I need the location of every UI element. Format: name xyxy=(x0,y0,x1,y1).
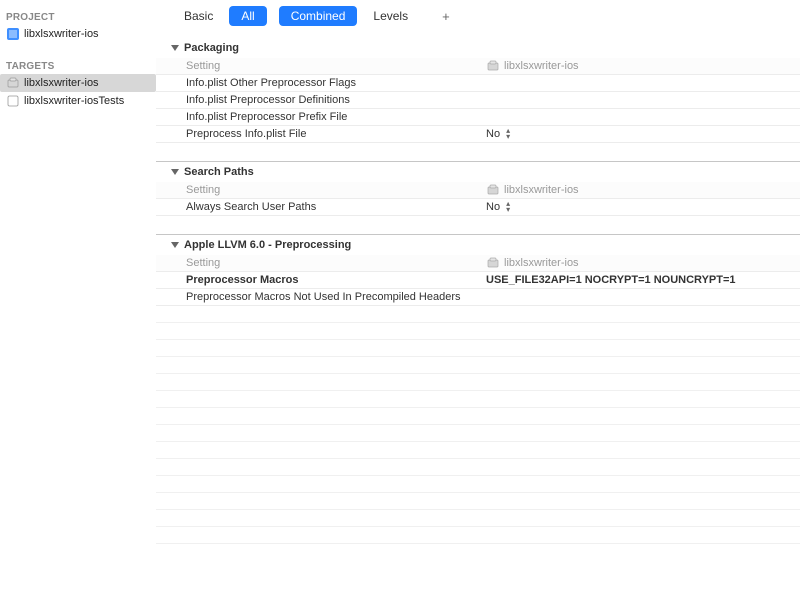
project-item-label: libxlsxwriter-ios xyxy=(24,28,99,40)
add-build-setting-button[interactable]: + xyxy=(436,9,456,24)
section-title: Packaging xyxy=(184,42,239,54)
column-setting-header: Setting xyxy=(186,257,486,269)
setting-row[interactable]: Preprocess Info.plist File No ▴▾ xyxy=(156,126,800,143)
empty-row xyxy=(156,425,800,442)
section-llvm-preprocessing: Apple LLVM 6.0 - Preprocessing Setting l… xyxy=(156,234,800,544)
empty-row xyxy=(156,374,800,391)
columns-header: Setting libxlsxwriter-ios xyxy=(156,255,800,272)
empty-row xyxy=(156,357,800,374)
target-item-tests[interactable]: libxlsxwriter-iosTests xyxy=(0,92,156,110)
section-header-packaging[interactable]: Packaging xyxy=(156,38,800,58)
sidebar: PROJECT libxlsxwriter-ios TARGETS libxls… xyxy=(0,0,156,600)
empty-row xyxy=(156,340,800,357)
framework-icon xyxy=(486,256,500,270)
empty-row xyxy=(156,459,800,476)
tab-all[interactable]: All xyxy=(229,6,266,26)
disclosure-triangle-icon xyxy=(170,167,180,177)
setting-row[interactable]: Info.plist Preprocessor Definitions xyxy=(156,92,800,109)
column-target-label: libxlsxwriter-ios xyxy=(504,60,579,72)
setting-name: Info.plist Preprocessor Definitions xyxy=(186,94,486,106)
setting-name: Info.plist Other Preprocessor Flags xyxy=(186,77,486,89)
empty-row xyxy=(156,442,800,459)
section-packaging: Packaging Setting libxlsxwriter-ios Info… xyxy=(156,38,800,143)
project-heading: PROJECT xyxy=(0,8,156,25)
setting-row[interactable]: Preprocessor Macros Not Used In Precompi… xyxy=(156,289,800,306)
columns-header: Setting libxlsxwriter-ios xyxy=(156,58,800,75)
section-header-search-paths[interactable]: Search Paths xyxy=(156,161,800,182)
setting-row[interactable]: Info.plist Preprocessor Prefix File xyxy=(156,109,800,126)
disclosure-triangle-icon xyxy=(170,43,180,53)
setting-name: Preprocessor Macros Not Used In Precompi… xyxy=(186,291,486,303)
setting-row[interactable]: Info.plist Other Preprocessor Flags xyxy=(156,75,800,92)
stepper-icon[interactable]: ▴▾ xyxy=(506,201,510,213)
test-bundle-icon xyxy=(6,94,20,108)
empty-row xyxy=(156,493,800,510)
targets-heading: TARGETS xyxy=(0,57,156,74)
column-target-header: libxlsxwriter-ios xyxy=(486,256,800,270)
setting-name: Always Search User Paths xyxy=(186,201,486,213)
framework-icon xyxy=(486,183,500,197)
column-target-header: libxlsxwriter-ios xyxy=(486,59,800,73)
empty-row xyxy=(156,527,800,544)
tab-basic[interactable]: Basic xyxy=(172,6,225,26)
section-search-paths: Search Paths Setting libxlsxwriter-ios A… xyxy=(156,161,800,216)
setting-row[interactable]: Always Search User Paths No ▴▾ xyxy=(156,199,800,216)
empty-row xyxy=(156,510,800,527)
empty-row xyxy=(156,476,800,493)
empty-row xyxy=(156,408,800,425)
empty-row xyxy=(156,323,800,340)
setting-name: Preprocess Info.plist File xyxy=(186,128,486,140)
framework-icon xyxy=(6,76,20,90)
top-tabs: Basic All Combined Levels + xyxy=(156,0,800,32)
setting-row-preprocessor-macros[interactable]: Preprocessor Macros USE_FILE32API=1 NOCR… xyxy=(156,272,800,289)
build-settings: Packaging Setting libxlsxwriter-ios Info… xyxy=(156,32,800,562)
target-item-label: libxlsxwriter-ios xyxy=(24,77,99,89)
setting-value[interactable]: No ▴▾ xyxy=(486,201,800,213)
setting-name: Preprocessor Macros xyxy=(186,274,486,286)
column-setting-header: Setting xyxy=(186,60,486,72)
column-target-label: libxlsxwriter-ios xyxy=(504,184,579,196)
disclosure-triangle-icon xyxy=(170,240,180,250)
tab-combined[interactable]: Combined xyxy=(279,6,358,26)
main-panel: Basic All Combined Levels + Packaging Se… xyxy=(156,0,800,600)
empty-row xyxy=(156,306,800,323)
framework-icon xyxy=(486,59,500,73)
project-item[interactable]: libxlsxwriter-ios xyxy=(0,25,156,43)
setting-value[interactable]: No ▴▾ xyxy=(486,128,800,140)
setting-name: Info.plist Preprocessor Prefix File xyxy=(186,111,486,123)
xcode-project-icon xyxy=(6,27,20,41)
section-title: Search Paths xyxy=(184,166,254,178)
column-setting-header: Setting xyxy=(186,184,486,196)
section-header-llvm[interactable]: Apple LLVM 6.0 - Preprocessing xyxy=(156,234,800,255)
target-item-label: libxlsxwriter-iosTests xyxy=(24,95,124,107)
column-target-label: libxlsxwriter-ios xyxy=(504,257,579,269)
target-item-libxlsxwriter[interactable]: libxlsxwriter-ios xyxy=(0,74,156,92)
columns-header: Setting libxlsxwriter-ios xyxy=(156,182,800,199)
empty-row xyxy=(156,391,800,408)
section-title: Apple LLVM 6.0 - Preprocessing xyxy=(184,239,351,251)
tab-levels[interactable]: Levels xyxy=(361,6,420,26)
stepper-icon[interactable]: ▴▾ xyxy=(506,128,510,140)
setting-value[interactable]: USE_FILE32API=1 NOCRYPT=1 NOUNCRYPT=1 xyxy=(486,274,800,286)
column-target-header: libxlsxwriter-ios xyxy=(486,183,800,197)
